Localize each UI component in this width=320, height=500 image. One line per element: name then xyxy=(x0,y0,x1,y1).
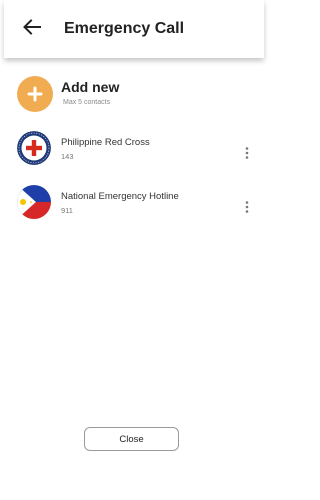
back-button[interactable] xyxy=(22,17,42,37)
add-new-contact[interactable]: Add new Max 5 contacts xyxy=(0,76,268,116)
contact-number: 143 xyxy=(61,152,74,161)
contact-name: Philippine Red Cross xyxy=(61,137,150,148)
page-title: Emergency Call xyxy=(64,20,185,37)
contact-number: 911 xyxy=(61,206,73,215)
contact-item[interactable]: National Emergency Hotline 911 xyxy=(0,185,268,221)
philippine-flag-logo xyxy=(17,185,51,219)
more-vertical-icon xyxy=(245,147,249,159)
add-new-label: Add new xyxy=(61,79,120,95)
philippine-red-cross-logo xyxy=(17,131,51,165)
close-button[interactable]: Close xyxy=(84,427,179,451)
more-options-button[interactable] xyxy=(240,145,254,161)
arrow-left-icon xyxy=(23,19,41,35)
add-new-subtitle: Max 5 contacts xyxy=(63,99,111,106)
more-options-button[interactable] xyxy=(240,199,254,215)
contact-item[interactable]: Philippine Red Cross 143 xyxy=(0,131,268,167)
more-vertical-icon xyxy=(245,201,249,213)
contact-name: National Emergency Hotline xyxy=(61,191,179,202)
app-bar: Emergency Call xyxy=(4,0,264,58)
plus-icon xyxy=(17,76,53,112)
